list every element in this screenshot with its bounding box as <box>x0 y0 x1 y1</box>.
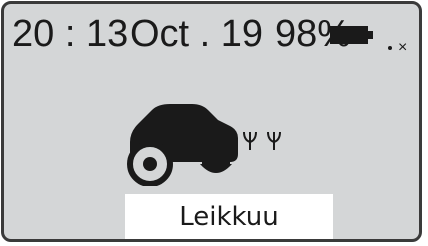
clock-date: Oct . 19 <box>130 13 264 55</box>
device-screen: 20 : 13 Oct . 19 98% × Leikkuu <box>1 1 422 242</box>
mode-status-text: Leikkuu <box>179 202 279 232</box>
mode-status-label: Leikkuu <box>125 194 333 239</box>
robot-mower-icon <box>127 104 281 186</box>
battery-icon <box>330 26 373 44</box>
clock-time: 20 : 13 <box>12 13 129 55</box>
grass-icon <box>243 131 281 150</box>
signal-icon: × <box>388 40 407 56</box>
